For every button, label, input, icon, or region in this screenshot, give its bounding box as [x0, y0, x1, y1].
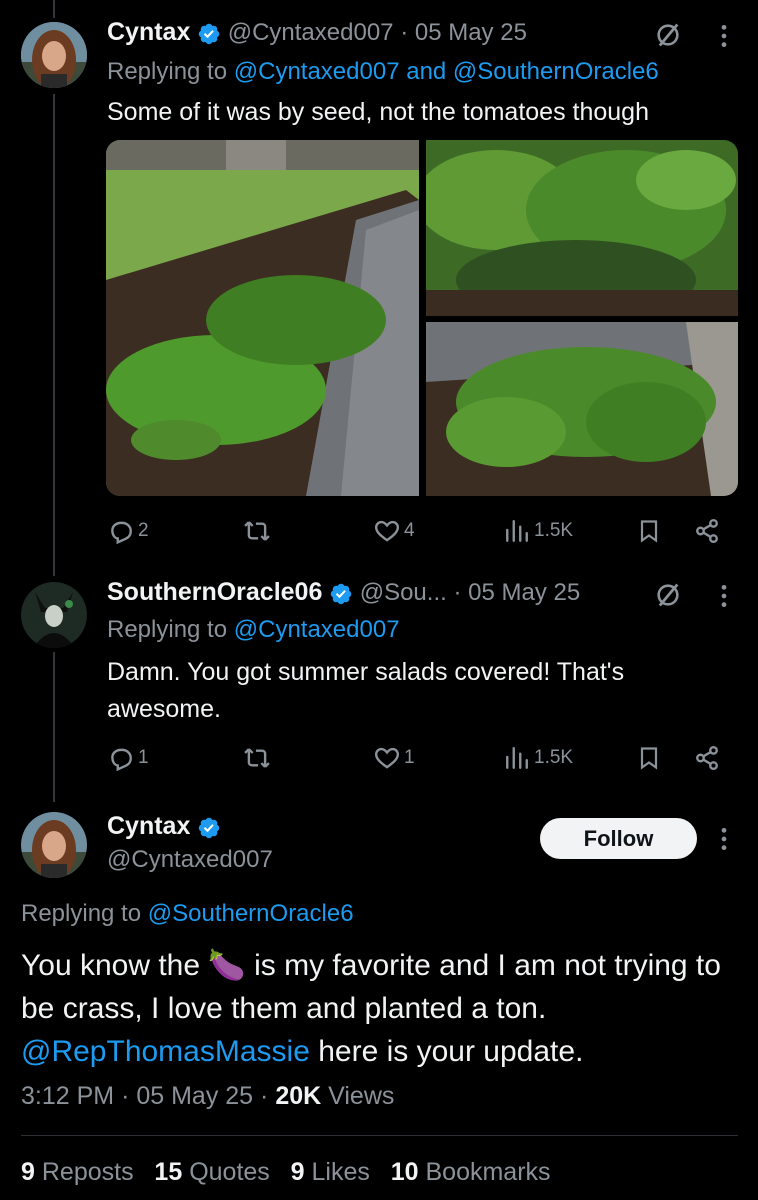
- like-icon: [374, 518, 400, 544]
- replying-to-link[interactable]: @Cyntaxed007 and @SouthernOracle6: [234, 58, 659, 85]
- grok-icon[interactable]: [654, 581, 682, 609]
- reposts-stat[interactable]: 9 Reposts: [21, 1158, 134, 1186]
- reply1-header: Cyntax @Cyntaxed007 · 05 May 25: [107, 18, 527, 47]
- views-button[interactable]: 1.5K: [504, 518, 573, 544]
- engagement-stats: 9 Reposts 15 Quotes 9 Likes 10 Bookmarks: [21, 1158, 551, 1187]
- verified-badge-icon: [329, 582, 353, 606]
- follow-button[interactable]: Follow: [540, 818, 697, 859]
- bookmark-icon: [637, 745, 661, 771]
- views-count: 1.5K: [534, 520, 574, 541]
- views-icon: [504, 745, 530, 771]
- user-handle[interactable]: @Cyntaxed007: [107, 846, 273, 874]
- bookmark-icon: [637, 518, 661, 544]
- avatar[interactable]: [21, 582, 87, 648]
- reply-icon: [108, 745, 134, 771]
- replying-to: Replying to @Cyntaxed007: [107, 616, 400, 643]
- views-count: 20K: [275, 1082, 322, 1110]
- bookmark-button[interactable]: [637, 745, 661, 771]
- like-button[interactable]: 4: [374, 518, 415, 544]
- repost-button[interactable]: [244, 518, 274, 544]
- mention-link[interactable]: @RepThomasMassie: [21, 1035, 310, 1068]
- like-count: 1: [404, 747, 415, 768]
- replying-to-link[interactable]: @Cyntaxed007: [234, 616, 400, 643]
- views-button[interactable]: 1.5K: [504, 745, 573, 771]
- more-icon[interactable]: [720, 23, 728, 49]
- bookmark-button[interactable]: [637, 518, 661, 544]
- like-icon: [374, 745, 400, 771]
- more-icon[interactable]: [720, 826, 728, 852]
- tweet-time[interactable]: 3:12 PM: [21, 1082, 114, 1110]
- photo-image: [426, 140, 738, 316]
- views-label: Views: [328, 1082, 395, 1110]
- avatar-image: [21, 22, 87, 88]
- main-name-row: Cyntax: [107, 812, 221, 841]
- tweet-meta: 3:12 PM · 05 May 25 · 20K Views: [21, 1082, 395, 1110]
- photo-image: [106, 140, 419, 496]
- photo-tomato-plant[interactable]: [426, 140, 738, 316]
- replying-to: Replying to @SouthernOracle6: [21, 900, 354, 927]
- user-handle[interactable]: @Sou...: [360, 579, 447, 606]
- reply2-header: SouthernOracle06 @Sou... · 05 May 25: [107, 578, 580, 607]
- thread-line-1: [53, 94, 55, 576]
- thread-line-top: [53, 0, 55, 18]
- avatar-image: [21, 812, 87, 878]
- avatar[interactable]: [21, 812, 87, 878]
- replying-to: Replying to @Cyntaxed007 and @SouthernOr…: [107, 58, 659, 85]
- reply-button[interactable]: 1: [108, 745, 149, 771]
- reply-count: 1: [138, 747, 149, 768]
- like-count: 4: [404, 520, 415, 541]
- verified-badge-icon: [197, 22, 221, 46]
- display-name[interactable]: SouthernOracle06: [107, 578, 322, 606]
- quotes-stat[interactable]: 15 Quotes: [154, 1158, 269, 1186]
- tweet-date[interactable]: 05 May 25: [136, 1082, 253, 1110]
- thread-line-2: [53, 652, 55, 802]
- grok-icon[interactable]: [654, 21, 682, 49]
- replying-to-link[interactable]: @SouthernOracle6: [148, 900, 354, 927]
- like-button[interactable]: 1: [374, 745, 415, 771]
- views-count: 1.5K: [534, 747, 574, 768]
- avatar-image: [21, 582, 87, 648]
- user-handle[interactable]: @Cyntaxed007: [228, 19, 394, 46]
- photo-image: [426, 322, 738, 496]
- share-icon: [694, 745, 720, 771]
- photo-tomato-bed[interactable]: [426, 322, 738, 496]
- repost-icon: [244, 745, 270, 771]
- share-icon: [694, 518, 720, 544]
- likes-stat[interactable]: 9 Likes: [291, 1158, 370, 1186]
- more-icon[interactable]: [720, 583, 728, 609]
- tweet-text: You know the 🍆 is my favorite and I am n…: [21, 949, 721, 1068]
- reply-count: 2: [138, 520, 149, 541]
- display-name[interactable]: Cyntax: [107, 812, 190, 840]
- bookmarks-stat[interactable]: 10 Bookmarks: [391, 1158, 551, 1186]
- avatar[interactable]: [21, 22, 87, 88]
- views-icon: [504, 518, 530, 544]
- repost-button[interactable]: [244, 745, 274, 771]
- verified-badge-icon: [197, 816, 221, 840]
- share-button[interactable]: [694, 745, 720, 771]
- eggplant-emoji: 🍆: [208, 949, 246, 982]
- reply-button[interactable]: 2: [108, 518, 149, 544]
- reply-icon: [108, 518, 134, 544]
- display-name[interactable]: Cyntax: [107, 18, 190, 46]
- divider: [21, 1135, 738, 1136]
- photo-garden-bed[interactable]: [106, 140, 419, 496]
- tweet-text: Damn. You got summer salads covered! Tha…: [107, 658, 625, 723]
- share-button[interactable]: [694, 518, 720, 544]
- tweet-date[interactable]: · 05 May 25: [453, 579, 580, 606]
- tweet-text: Some of it was by seed, not the tomatoes…: [107, 98, 649, 126]
- tweet-date[interactable]: · 05 May 25: [400, 19, 527, 46]
- repost-icon: [244, 518, 270, 544]
